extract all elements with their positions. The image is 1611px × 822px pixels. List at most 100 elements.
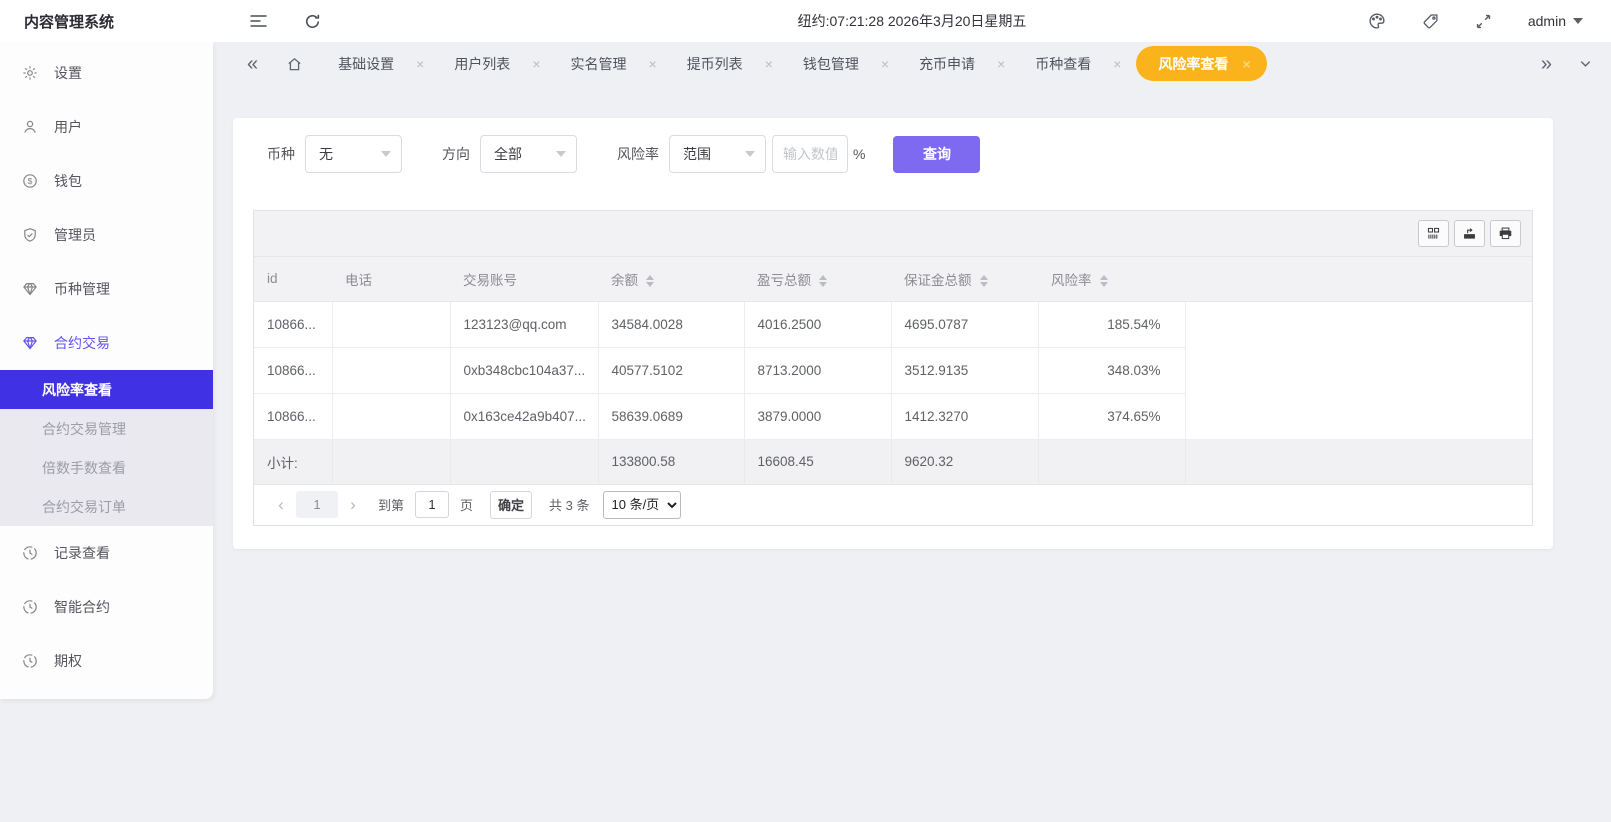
- subtotal-risk: [1038, 439, 1185, 484]
- cell-risk: 374.65%: [1038, 393, 1185, 439]
- sidebar-item-settings[interactable]: 设置: [0, 46, 213, 100]
- tab-user-list[interactable]: 用户列表 ×: [439, 42, 555, 85]
- tab-label: 充币申请: [919, 54, 975, 74]
- prev-page-icon[interactable]: ‹: [272, 496, 290, 513]
- cell-account: 123123@qq.com: [450, 301, 598, 347]
- sidebar-item-wallet[interactable]: $ 钱包: [0, 154, 213, 208]
- tab-withdraw-list[interactable]: 提币列表 ×: [672, 42, 788, 85]
- sort-icon[interactable]: [819, 275, 827, 287]
- submenu-item-contract-trade-management[interactable]: 合约交易管理: [0, 409, 213, 448]
- export-button[interactable]: [1454, 220, 1485, 247]
- sort-icon[interactable]: [980, 275, 988, 287]
- collapse-sidebar-icon[interactable]: [249, 13, 268, 29]
- subtotal-phone: [332, 439, 450, 484]
- tab-basic-settings[interactable]: 基础设置 ×: [323, 42, 439, 85]
- close-icon[interactable]: ×: [1242, 57, 1250, 71]
- tab-risk-rate-view-active[interactable]: 风险率查看 ×: [1136, 46, 1266, 81]
- sidebar-item-options[interactable]: 期权: [0, 634, 213, 688]
- chevron-down-icon: [1573, 18, 1583, 24]
- tab-wallet-management[interactable]: 钱包管理 ×: [788, 42, 904, 85]
- goto-page-input[interactable]: [415, 491, 449, 518]
- sidebar-item-contract-trading[interactable]: 合约交易: [0, 316, 213, 370]
- currency-select-value: 无: [319, 144, 333, 164]
- direction-filter-label: 方向: [442, 144, 470, 164]
- app-title: 内容管理系统: [0, 11, 213, 32]
- col-header-account: 交易账号: [450, 257, 598, 301]
- direction-select-value: 全部: [494, 144, 522, 164]
- sort-icon[interactable]: [1100, 275, 1108, 287]
- tabs-scroll-right-icon[interactable]: »: [1541, 54, 1552, 74]
- tab-label: 用户列表: [454, 54, 510, 74]
- cell-balance: 40577.5102: [598, 347, 744, 393]
- sidebar-item-label: 记录查看: [54, 543, 110, 563]
- fullscreen-icon[interactable]: [1475, 13, 1492, 30]
- confirm-page-button[interactable]: 确定: [490, 491, 532, 519]
- sidebar-item-admins[interactable]: 管理员: [0, 208, 213, 262]
- chevron-down-icon: [381, 151, 391, 157]
- gem-icon: [22, 281, 38, 297]
- cell-balance: 34584.0028: [598, 301, 744, 347]
- tab-deposit-request[interactable]: 充币申请 ×: [904, 42, 1020, 85]
- next-page-icon[interactable]: ›: [344, 496, 362, 513]
- tab-real-name-management[interactable]: 实名管理 ×: [556, 42, 672, 85]
- sidebar-item-coin-management[interactable]: 币种管理: [0, 262, 213, 316]
- user-menu[interactable]: admin: [1528, 13, 1583, 29]
- close-icon[interactable]: ×: [1113, 57, 1121, 71]
- dollar-circle-icon: $: [22, 173, 38, 189]
- submenu-item-label: 合约交易订单: [42, 497, 126, 517]
- tabs-menu-chevron-down-icon[interactable]: [1578, 56, 1593, 71]
- page-number-button[interactable]: 1: [296, 491, 338, 518]
- choose-columns-button[interactable]: [1418, 220, 1449, 247]
- home-icon[interactable]: [286, 56, 303, 72]
- chevron-down-icon: [556, 151, 566, 157]
- open-tabs: 基础设置 × 用户列表 × 实名管理 × 提币列表 × 钱包管理 × 充币申请 …: [323, 42, 1267, 85]
- submenu-item-contract-trade-orders[interactable]: 合约交易订单: [0, 487, 213, 526]
- close-icon[interactable]: ×: [532, 57, 540, 71]
- close-icon[interactable]: ×: [765, 57, 773, 71]
- sort-icon[interactable]: [646, 275, 654, 287]
- tag-icon[interactable]: [1422, 13, 1439, 30]
- col-header-margin: 保证金总额: [891, 257, 1038, 301]
- subtotal-profit: 16608.45: [744, 439, 891, 484]
- filter-bar: 币种 无 方向 全部 风险率 范围 % 查询: [253, 135, 1533, 173]
- subtotal-account: [450, 439, 598, 484]
- page-size-select[interactable]: 10 条/页: [603, 491, 681, 519]
- tabs-scroll-left-icon[interactable]: «: [247, 54, 258, 74]
- close-icon[interactable]: ×: [649, 57, 657, 71]
- tab-coin-view[interactable]: 币种查看 ×: [1020, 42, 1136, 85]
- cell-phone: [332, 393, 450, 439]
- sidebar-item-smart-contract[interactable]: 智能合约: [0, 580, 213, 634]
- close-icon[interactable]: ×: [416, 57, 424, 71]
- direction-select[interactable]: 全部: [480, 135, 577, 173]
- chevron-down-icon: [745, 151, 755, 157]
- submenu-item-multiplier-lots-view[interactable]: 倍数手数查看: [0, 448, 213, 487]
- sidebar-item-label: 币种管理: [54, 279, 110, 299]
- contract-trading-submenu: 风险率查看 合约交易管理 倍数手数查看 合约交易订单: [0, 370, 213, 526]
- tab-label: 钱包管理: [803, 54, 859, 74]
- sidebar-item-records-view[interactable]: 记录查看: [0, 526, 213, 580]
- sidebar-item-users[interactable]: 用户: [0, 100, 213, 154]
- cell-phone: [332, 301, 450, 347]
- sidebar-item-label: 用户: [54, 117, 82, 137]
- cell-margin: 1412.3270: [891, 393, 1038, 439]
- risk-mode-select[interactable]: 范围: [669, 135, 766, 173]
- columns-icon: [1426, 226, 1441, 241]
- sidebar-item-label: 合约交易: [54, 333, 110, 353]
- close-icon[interactable]: ×: [881, 57, 889, 71]
- user-icon: [22, 119, 38, 135]
- subtotal-balance: 133800.58: [598, 439, 744, 484]
- refresh-icon[interactable]: [304, 13, 321, 30]
- tab-label: 基础设置: [338, 54, 394, 74]
- theme-palette-icon[interactable]: [1368, 12, 1386, 30]
- close-icon[interactable]: ×: [997, 57, 1005, 71]
- print-button[interactable]: [1490, 220, 1521, 247]
- printer-icon: [1498, 226, 1513, 241]
- cell-id: 10866...: [254, 347, 332, 393]
- tab-label: 提币列表: [687, 54, 743, 74]
- risk-value-input[interactable]: [772, 135, 848, 173]
- sidebar-item-label: 钱包: [54, 171, 82, 191]
- currency-select[interactable]: 无: [305, 135, 402, 173]
- gear-icon: [22, 65, 38, 81]
- search-button[interactable]: 查询: [893, 136, 980, 173]
- submenu-item-risk-rate-view[interactable]: 风险率查看: [0, 370, 213, 409]
